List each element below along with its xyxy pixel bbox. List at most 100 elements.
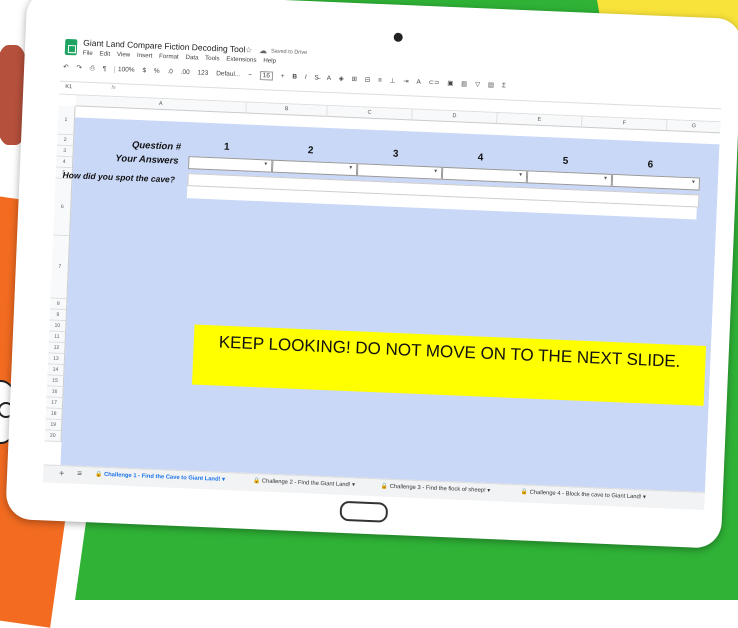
tab-challenge-3[interactable]: 🔒 Challenge 3 - Find the flock of sheep!…	[381, 483, 491, 494]
percent-button[interactable]: %	[154, 68, 160, 75]
strikethrough-icon[interactable]: S̶	[314, 74, 319, 81]
answer-dropdown-3[interactable]: ▼	[356, 163, 443, 180]
home-button[interactable]	[339, 500, 389, 523]
row-header-2[interactable]: 2	[56, 134, 75, 147]
your-answers-label: Your Answers	[115, 153, 179, 167]
question-number-2: 2	[307, 145, 314, 157]
font-size-input[interactable]: 16	[259, 71, 274, 81]
comment-icon[interactable]: ▣	[447, 79, 453, 87]
wrap-icon[interactable]: ⇥	[403, 77, 409, 85]
increase-decimal-button[interactable]: .00	[180, 69, 189, 76]
borders-icon[interactable]: ⊞	[351, 75, 357, 83]
chevron-down-icon: ▼	[263, 161, 269, 168]
spreadsheet-screen: Giant Land Compare Fiction Decoding Tool…	[42, 34, 723, 511]
tab-label: Challenge 2 - Find the Giant Land!	[261, 478, 351, 489]
answer-dropdown-5[interactable]: ▼	[526, 170, 613, 187]
number-format-button[interactable]: 123	[197, 69, 208, 76]
chevron-down-icon: ▼	[602, 175, 609, 182]
sheets-logo-icon[interactable]	[64, 38, 78, 56]
all-sheets-icon[interactable]: ≡	[77, 469, 82, 478]
row-header-19[interactable]: 19	[44, 419, 63, 432]
text-color-icon[interactable]: A	[326, 75, 331, 82]
rotate-icon[interactable]: A	[416, 79, 421, 86]
column-header-g[interactable]: G	[667, 120, 722, 134]
italic-button[interactable]: I	[305, 74, 307, 81]
zoom-select[interactable]: 100%	[113, 65, 135, 74]
chevron-down-icon: ▼	[690, 179, 697, 186]
column-header-d[interactable]: D	[412, 109, 498, 125]
column-header-b[interactable]: B	[246, 102, 328, 117]
font-select[interactable]: Defaul...	[216, 70, 240, 78]
column-header-e[interactable]: E	[497, 113, 583, 128]
star-icon[interactable]: ☆	[245, 45, 253, 54]
row-header-3[interactable]: 3	[56, 145, 74, 158]
tablet-frame: Giant Land Compare Fiction Decoding Tool…	[5, 0, 738, 549]
row-header-14[interactable]: 14	[47, 364, 65, 377]
chevron-down-icon: ▼	[433, 168, 439, 175]
column-header-f[interactable]: F	[582, 116, 668, 132]
tab-challenge-1[interactable]: 🔒 Challenge 1 - Find the Cave to Giant L…	[95, 472, 225, 483]
chart-icon[interactable]: ▥	[461, 79, 467, 87]
redo-icon[interactable]: ↷	[76, 63, 82, 71]
answer-dropdown-6[interactable]: ▼	[611, 173, 701, 191]
tab-label: Challenge 4 - Block the cave to Giant La…	[529, 489, 642, 501]
column-header-c[interactable]: C	[327, 105, 413, 121]
fill-color-icon[interactable]: ◈	[339, 74, 344, 82]
menu-help[interactable]: Help	[263, 57, 276, 65]
row-header-9[interactable]: 9	[49, 309, 68, 322]
font-size-decrease-button[interactable]: −	[248, 72, 252, 79]
menu-format[interactable]: Format	[159, 53, 179, 61]
tab-label: Challenge 1 - Find the Cave to Giant Lan…	[103, 471, 221, 483]
question-number-label: Question #	[131, 139, 182, 153]
menu-edit[interactable]: Edit	[99, 50, 110, 57]
link-icon[interactable]: ⊂⊃	[428, 78, 439, 86]
name-box[interactable]: K1	[65, 84, 72, 90]
menu-insert[interactable]: Insert	[137, 52, 153, 60]
add-sheet-button[interactable]: +	[59, 468, 65, 478]
menu-extensions[interactable]: Extensions	[226, 56, 257, 64]
question-number-6: 6	[647, 159, 654, 171]
sheet-grid: A B C D E F G 1 2 3 4 5 6 7 8 9 10 11 12…	[43, 94, 722, 493]
row-header-4[interactable]: 4	[55, 156, 74, 169]
align-icon[interactable]: ≡	[378, 77, 382, 84]
question-number-3: 3	[392, 148, 399, 160]
row-header-13[interactable]: 13	[47, 353, 66, 366]
row-header-12[interactable]: 12	[48, 342, 66, 355]
answer-dropdown-1[interactable]: ▼	[188, 156, 273, 173]
camera-icon	[393, 32, 403, 42]
merge-cells-icon[interactable]: ⊟	[365, 75, 371, 83]
chevron-down-icon: ▼	[348, 164, 354, 172]
row-header-18[interactable]: 18	[45, 408, 63, 421]
functions-icon[interactable]: Σ	[502, 82, 506, 89]
tab-challenge-4[interactable]: 🔒 Challenge 4 - Block the cave to Giant …	[521, 489, 646, 500]
font-size-increase-button[interactable]: +	[281, 73, 285, 80]
filter-views-icon[interactable]: ▤	[488, 81, 494, 89]
tab-challenge-2[interactable]: 🔒 Challenge 2 - Find the Giant Land! ▾	[253, 478, 355, 488]
row-header-11[interactable]: 11	[48, 331, 67, 344]
menu-view[interactable]: View	[117, 51, 131, 59]
tab-label: Challenge 3 - Find the flock of sheep!	[389, 483, 486, 494]
decrease-decimal-button[interactable]: .0	[167, 68, 173, 75]
undo-icon[interactable]: ↶	[63, 63, 69, 71]
spot-cave-label: How did you spot the cave?	[62, 169, 176, 185]
print-icon[interactable]: ⎙	[89, 65, 95, 73]
row-header-10[interactable]: 10	[49, 320, 67, 333]
row-header-15[interactable]: 15	[46, 375, 65, 388]
paint-format-icon[interactable]: ¶	[103, 65, 107, 72]
row-header-16[interactable]: 16	[46, 386, 64, 399]
bold-button[interactable]: B	[292, 73, 297, 80]
row-header-1[interactable]: 1	[57, 105, 76, 136]
saved-status: Saved to Drive	[270, 48, 308, 57]
menu-data[interactable]: Data	[185, 54, 198, 62]
currency-button[interactable]: $	[142, 67, 146, 74]
row-header-20[interactable]: 20	[44, 430, 62, 443]
filter-icon[interactable]: ▽	[475, 80, 480, 88]
menu-tools[interactable]: Tools	[205, 55, 220, 63]
row-header-17[interactable]: 17	[45, 397, 64, 410]
valign-icon[interactable]: ⊥	[390, 76, 396, 84]
row-header-8[interactable]: 8	[50, 298, 68, 311]
cloud-icon: ☁	[258, 45, 268, 56]
answer-dropdown-2[interactable]: ▼	[271, 159, 358, 177]
menu-file[interactable]: File	[83, 50, 93, 57]
answer-dropdown-4[interactable]: ▼	[441, 166, 528, 184]
